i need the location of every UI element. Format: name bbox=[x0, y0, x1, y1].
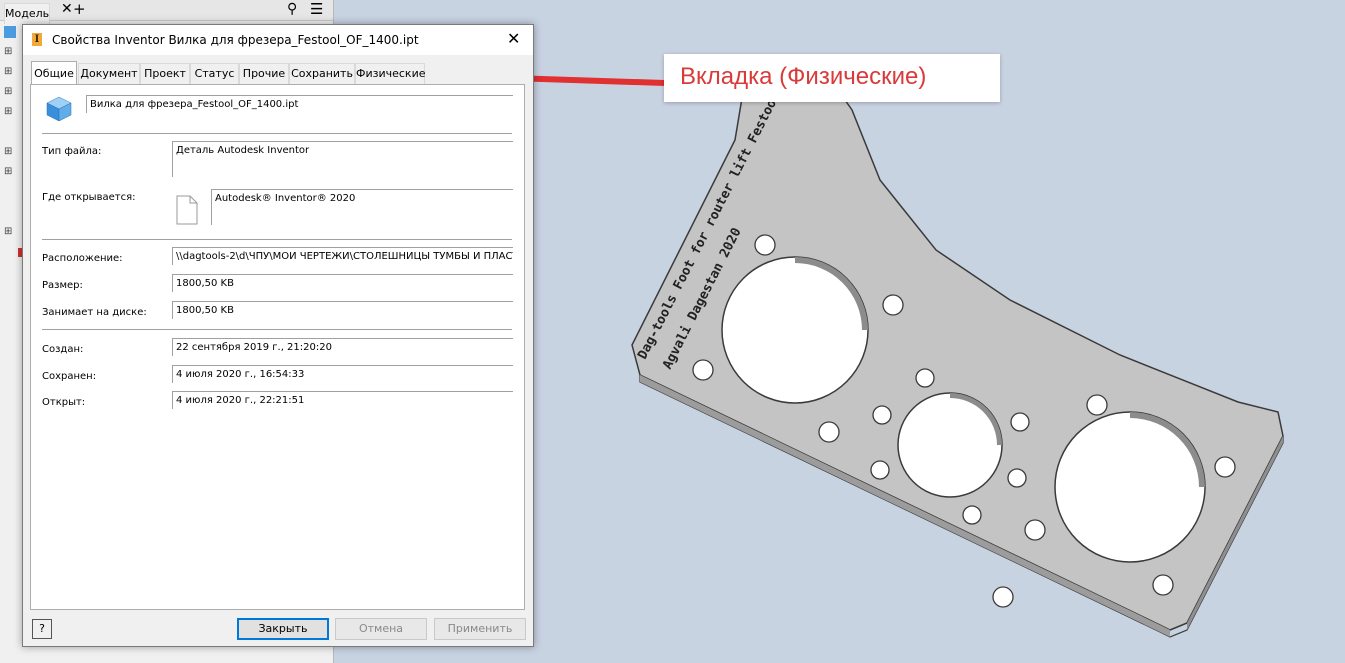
created-label: Создан: bbox=[42, 344, 84, 355]
opens-with-label: Где открывается: bbox=[42, 192, 136, 203]
callout-text: Вкладка (Физические) bbox=[680, 63, 927, 90]
divider bbox=[42, 329, 512, 330]
location-value: \\dagtools-2\d\ЧПУ\МОИ ЧЕРТЕЖИ\СТОЛЕШНИЦ… bbox=[172, 247, 513, 265]
tab-save[interactable]: Сохранить bbox=[289, 63, 355, 84]
inventor-app-icon: I bbox=[32, 33, 42, 46]
dialog-titlebar[interactable]: I Свойства Inventor Вилка для фрезера_Fe… bbox=[23, 25, 533, 55]
tree-expand-icon[interactable]: ⊞ bbox=[4, 86, 12, 97]
disk-size-label: Занимает на диске: bbox=[42, 307, 147, 318]
tab-project[interactable]: Проект bbox=[140, 63, 190, 84]
saved-label: Сохранен: bbox=[42, 371, 97, 382]
tree-expand-icon[interactable]: ⊞ bbox=[4, 226, 12, 237]
tab-other[interactable]: Прочие bbox=[239, 63, 289, 84]
annotation-callout: Вкладка (Физические) bbox=[664, 54, 1000, 102]
filename-field[interactable]: Вилка для фрезера_Festool_OF_1400.ipt bbox=[86, 95, 513, 113]
disk-size-value: 1800,50 KB bbox=[172, 301, 513, 319]
tree-part-icon bbox=[4, 26, 16, 38]
file-type-label: Тип файла: bbox=[42, 146, 102, 157]
model-tab[interactable]: Модель bbox=[4, 3, 51, 24]
opened-value: 4 июля 2020 г., 22:21:51 bbox=[172, 391, 513, 409]
document-icon bbox=[176, 195, 198, 225]
created-value: 22 сентября 2019 г., 21:20:20 bbox=[172, 338, 513, 356]
tab-general[interactable]: Общие bbox=[31, 61, 77, 84]
search-icon[interactable]: ⚲ bbox=[287, 1, 297, 17]
bore-large-2 bbox=[1054, 411, 1206, 563]
tree-expand-icon[interactable]: ⊞ bbox=[4, 106, 12, 117]
properties-dialog: I Свойства Inventor Вилка для фрезера_Fe… bbox=[22, 24, 534, 647]
general-tab-content: Вилка для фрезера_Festool_OF_1400.ipt Ти… bbox=[30, 84, 525, 610]
close-button[interactable]: Закрыть bbox=[237, 618, 329, 640]
size-value: 1800,50 KB bbox=[172, 274, 513, 292]
add-icon[interactable]: + bbox=[73, 0, 86, 18]
tab-document[interactable]: Документ bbox=[78, 63, 140, 84]
file-type-value: Деталь Autodesk Inventor bbox=[172, 141, 513, 177]
help-button[interactable]: ? bbox=[32, 619, 52, 639]
location-label: Расположение: bbox=[42, 253, 123, 264]
cancel-button[interactable]: Отмена bbox=[335, 618, 427, 640]
tab-physical[interactable]: Физические bbox=[355, 63, 426, 84]
bore-large-1 bbox=[721, 256, 869, 404]
menu-icon[interactable]: ☰ bbox=[310, 0, 323, 18]
divider bbox=[42, 133, 512, 134]
close-icon[interactable]: ✕ bbox=[61, 1, 73, 17]
divider bbox=[42, 239, 512, 240]
dialog-title: Свойства Inventor Вилка для фрезера_Fest… bbox=[52, 33, 419, 47]
model-browser-header: Модель ✕ + ⚲ ☰ bbox=[0, 0, 333, 24]
tree-expand-icon[interactable]: ⊞ bbox=[4, 46, 12, 57]
part-file-icon bbox=[46, 96, 72, 122]
close-icon[interactable]: ✕ bbox=[507, 29, 520, 48]
opened-label: Открыт: bbox=[42, 397, 86, 408]
tree-expand-icon[interactable]: ⊞ bbox=[4, 146, 12, 157]
tree-expand-icon[interactable]: ⊞ bbox=[4, 166, 12, 177]
saved-value: 4 июля 2020 г., 16:54:33 bbox=[172, 365, 513, 383]
size-label: Размер: bbox=[42, 280, 83, 291]
bore-medium bbox=[897, 392, 1003, 498]
tree-expand-icon[interactable]: ⊞ bbox=[4, 66, 12, 77]
apply-button[interactable]: Применить bbox=[434, 618, 526, 640]
tab-status[interactable]: Статус bbox=[190, 63, 239, 84]
opens-with-value: Autodesk® Inventor® 2020 bbox=[211, 189, 513, 225]
